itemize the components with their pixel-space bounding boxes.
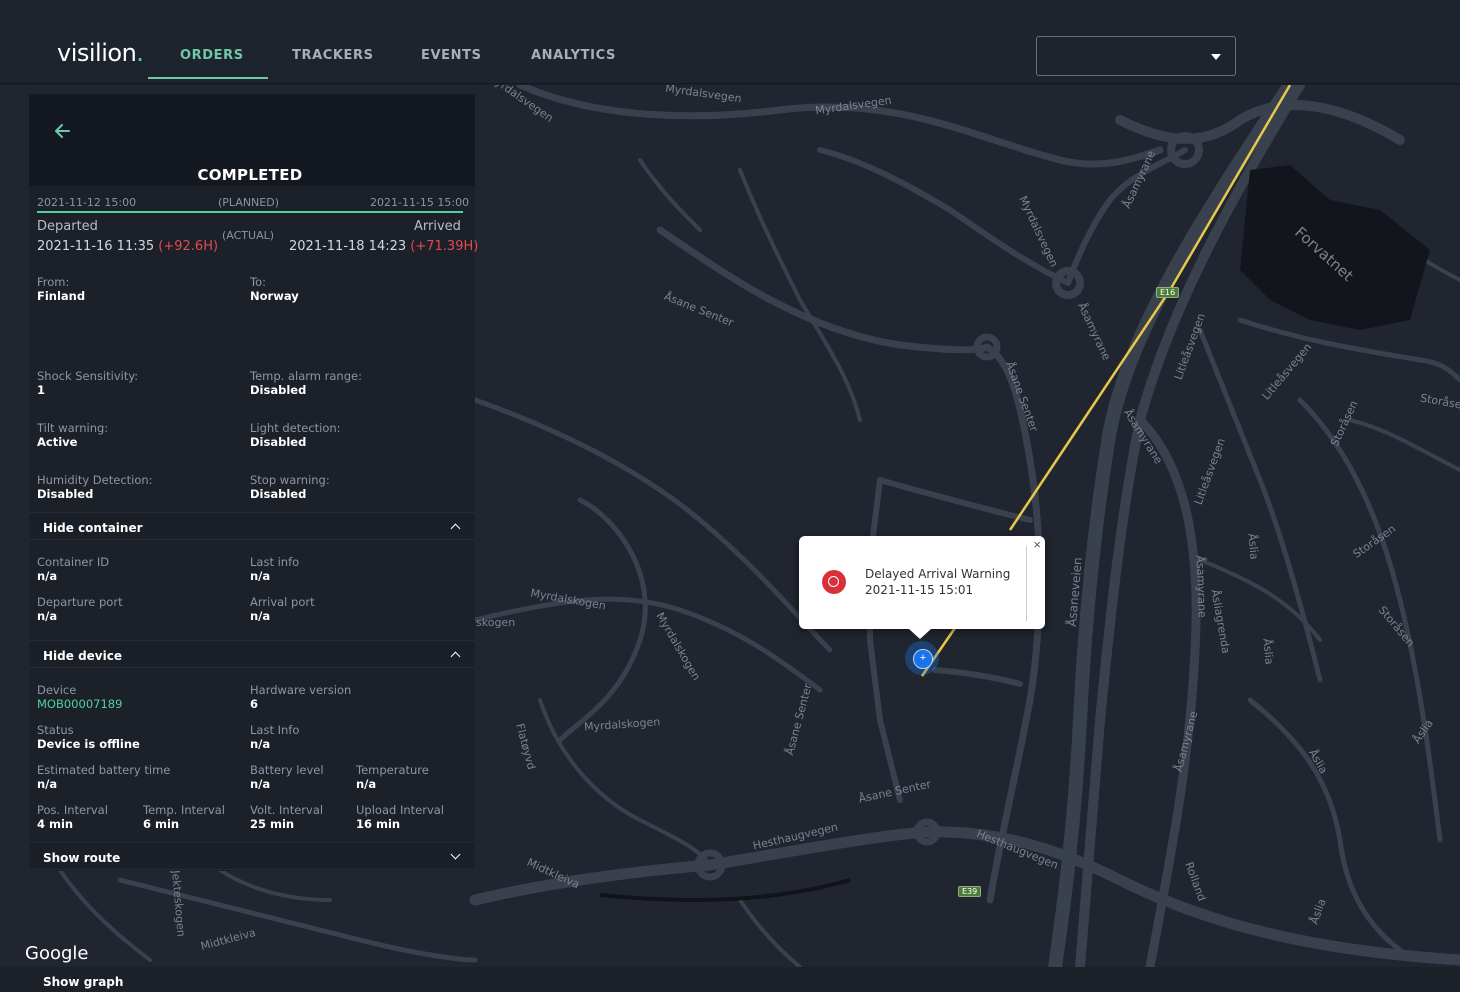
- arrived-delay: (+71.39H): [410, 239, 479, 254]
- temperature-value: n/a: [356, 777, 377, 791]
- container-last-info-label: Last info: [250, 555, 300, 569]
- planned-label: (PLANNED): [218, 196, 279, 209]
- temp-interval-label: Temp. Interval: [143, 803, 225, 817]
- to-label: To:: [250, 275, 266, 289]
- arrival-port-value: n/a: [250, 609, 271, 623]
- device-status-label: Status: [37, 723, 74, 737]
- volt-interval-label: Volt. Interval: [250, 803, 324, 817]
- show-graph-toggle[interactable]: Show graph: [0, 967, 1460, 992]
- setting-label: Humidity Detection:: [37, 473, 153, 487]
- arrived-label: Arrived: [414, 219, 461, 234]
- setting-value: Disabled: [250, 487, 307, 501]
- setting-value: Disabled: [250, 435, 307, 449]
- device-last-info-value: n/a: [250, 737, 271, 751]
- alert-title: Delayed Arrival Warning: [865, 567, 1011, 581]
- departed-delay: (+92.6H): [158, 239, 219, 254]
- alert-time: 2021-11-15 15:01: [865, 583, 974, 597]
- tab-analytics[interactable]: ANALYTICS: [531, 48, 616, 63]
- active-tab-indicator: [148, 77, 268, 79]
- device-status-value: Device is offline: [37, 737, 140, 751]
- top-navigation-bar: visilion. ORDERS TRACKERS EVENTS ANALYTI…: [0, 0, 1460, 84]
- setting-label: Stop warning:: [250, 473, 330, 487]
- visilion-logo[interactable]: visilion.: [57, 39, 144, 67]
- hardware-version-label: Hardware version: [250, 683, 352, 697]
- show-route-toggle[interactable]: Show route: [29, 842, 475, 870]
- battery-time-value: n/a: [37, 777, 58, 791]
- alert-popup: Delayed Arrival Warning 2021-11-15 15:01…: [799, 536, 1045, 639]
- map-label: skogen: [476, 616, 516, 629]
- container-id-value: n/a: [37, 569, 58, 583]
- container-last-info-value: n/a: [250, 569, 271, 583]
- setting-value: Disabled: [250, 383, 307, 397]
- close-icon[interactable]: ×: [1033, 537, 1041, 552]
- temperature-label: Temperature: [356, 763, 429, 777]
- setting-label: Shock Sensitivity:: [37, 369, 139, 383]
- departure-port-label: Departure port: [37, 595, 123, 609]
- planned-arrival: 2021-11-15 15:00: [370, 196, 470, 209]
- lake-forvatnet: [1240, 165, 1430, 330]
- device-id-link[interactable]: MOB00007189: [37, 697, 122, 711]
- container-id-label: Container ID: [37, 555, 110, 569]
- setting-label: Light detection:: [250, 421, 341, 435]
- chevron-up-icon: [450, 523, 461, 534]
- upload-interval-value: 16 min: [356, 817, 401, 831]
- departed-date: 2021-11-16 11:35: [37, 239, 155, 254]
- map-label: Åslia: [1260, 637, 1276, 666]
- pos-interval-label: Pos. Interval: [37, 803, 108, 817]
- alarm-clock-icon: [822, 570, 846, 594]
- planned-departure: 2021-11-12 15:00: [37, 196, 137, 209]
- setting-label: Tilt warning:: [37, 421, 109, 435]
- device-last-info-label: Last Info: [250, 723, 300, 737]
- hide-container-toggle[interactable]: Hide container: [29, 512, 475, 540]
- to-value: Norway: [250, 289, 299, 303]
- trip-progress-bar: [37, 211, 463, 213]
- arrival-port-label: Arrival port: [250, 595, 315, 609]
- road-shield-e39: E39: [958, 886, 982, 897]
- battery-level-label: Battery level: [250, 763, 324, 777]
- battery-level-value: n/a: [250, 777, 271, 791]
- map-label: Åsamyrane: [1193, 555, 1209, 618]
- setting-label: Temp. alarm range:: [250, 369, 362, 383]
- map-label: Åslia: [1245, 532, 1261, 561]
- hardware-version-value: 6: [250, 697, 259, 711]
- tab-orders[interactable]: ORDERS: [180, 48, 244, 63]
- road-shield-e16: E16: [1156, 287, 1180, 298]
- chevron-down-icon: [450, 849, 461, 860]
- temp-interval-value: 6 min: [143, 817, 180, 831]
- actual-label: (ACTUAL): [222, 229, 275, 242]
- hide-device-toggle[interactable]: Hide device: [29, 640, 475, 668]
- battery-time-label: Estimated battery time: [37, 763, 171, 777]
- order-status: COMPLETED: [197, 166, 303, 184]
- google-attribution: Google: [25, 943, 89, 964]
- setting-value: Active: [37, 435, 78, 449]
- pos-interval-value: 4 min: [37, 817, 74, 831]
- tab-events[interactable]: EVENTS: [421, 48, 482, 63]
- customer-select[interactable]: [1036, 36, 1236, 76]
- upload-interval-label: Upload Interval: [356, 803, 444, 817]
- chevron-up-icon: [450, 651, 461, 662]
- setting-value: Disabled: [37, 487, 94, 501]
- tab-trackers[interactable]: TRACKERS: [292, 48, 374, 63]
- popup-scrollbar[interactable]: [1026, 546, 1027, 621]
- arrow-left-icon[interactable]: [51, 120, 73, 142]
- arrived-date: 2021-11-18 14:23: [289, 239, 407, 254]
- device-label: Device: [37, 683, 77, 697]
- from-label: From:: [37, 275, 70, 289]
- tracker-location-marker[interactable]: [905, 641, 939, 675]
- departed-label: Departed: [37, 219, 98, 234]
- chevron-down-icon: [1211, 54, 1221, 60]
- departure-port-value: n/a: [37, 609, 58, 623]
- from-value: Finland: [37, 289, 86, 303]
- setting-value: 1: [37, 383, 46, 397]
- order-details-panel: COMPLETED 2021-11-12 15:00 (PLANNED) 202…: [29, 94, 479, 871]
- volt-interval-value: 25 min: [250, 817, 295, 831]
